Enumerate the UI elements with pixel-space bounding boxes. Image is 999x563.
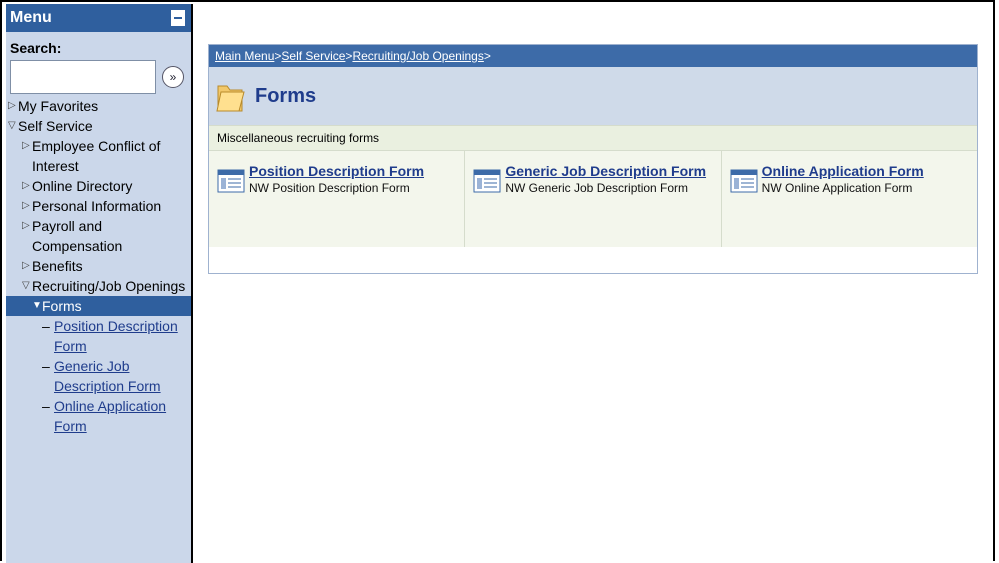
- label-line-1[interactable]: Position Description: [54, 318, 178, 334]
- sidebar-item-position-description-form[interactable]: – Position Description Form: [6, 316, 191, 356]
- sidebar-item-label: Benefits: [32, 258, 83, 274]
- sidebar-link[interactable]: Generic Job Description Form: [54, 356, 161, 396]
- sidebar-item-personal-information[interactable]: ▷ Personal Information: [6, 196, 191, 216]
- collapse-triangle-icon[interactable]: ▼: [32, 296, 42, 316]
- label-line-2[interactable]: Form: [54, 418, 87, 434]
- sidebar-item-label: Self Service: [18, 118, 93, 134]
- expand-triangle-icon[interactable]: ▷: [8, 96, 18, 116]
- title-row: Forms: [209, 67, 977, 125]
- breadcrumb-recruiting[interactable]: Recruiting/Job Openings: [352, 49, 483, 63]
- sidebar-item-forms[interactable]: ▼ Forms: [6, 296, 191, 316]
- collapse-triangle-icon[interactable]: ▽: [8, 116, 18, 136]
- expand-triangle-icon[interactable]: ▷: [22, 136, 32, 156]
- label-line-1[interactable]: Generic Job: [54, 358, 129, 374]
- folder-icon: [216, 85, 245, 112]
- expand-triangle-icon[interactable]: ▷: [22, 176, 32, 196]
- breadcrumb: Main Menu > Self Service > Recruiting/Jo…: [209, 45, 977, 67]
- search-label: Search:: [10, 40, 62, 56]
- sidebar-item-online-application-form[interactable]: – Online Application Form: [6, 396, 191, 436]
- label-line-1[interactable]: Online Application: [54, 398, 166, 414]
- expand-triangle-icon[interactable]: ▷: [22, 216, 32, 236]
- collapse-menu-icon[interactable]: [171, 10, 185, 26]
- search-input[interactable]: [10, 60, 156, 94]
- menu-header: Menu: [6, 4, 191, 32]
- sidebar-item-label: Recruiting/Job Openings: [32, 278, 186, 294]
- search-go-icon[interactable]: »: [162, 66, 184, 88]
- form-icon: [473, 169, 501, 193]
- breadcrumb-trailing: >: [483, 49, 491, 63]
- sidebar-item-benefits[interactable]: ▷ Benefits: [6, 256, 191, 276]
- breadcrumb-separator: >: [345, 49, 353, 63]
- sidebar-item-payroll[interactable]: ▷ Payroll and Compensation: [6, 216, 191, 256]
- position-description-form-link[interactable]: Position Description Form: [249, 163, 424, 179]
- dash-icon: –: [42, 398, 50, 414]
- page-description: Miscellaneous recruiting forms: [209, 125, 977, 151]
- card-text: Generic Job Description Form NW Generic …: [505, 163, 706, 247]
- sidebar-link[interactable]: Position Description Form: [54, 316, 178, 356]
- label-line-2[interactable]: Description Form: [54, 378, 161, 394]
- sidebar-item-online-directory[interactable]: ▷ Online Directory: [6, 176, 191, 196]
- sidebar-item-label: Payroll and Compensation: [32, 218, 123, 254]
- form-icon: [217, 169, 245, 193]
- label-line-2[interactable]: Form: [54, 338, 87, 354]
- sidebar-item-label: Online Directory: [32, 178, 133, 194]
- menu-tree: ▷ My Favorites ▽ Self Service ▷ Employee…: [6, 94, 191, 436]
- search-row: »: [6, 56, 191, 94]
- card-text: Position Description Form NW Position De…: [249, 163, 424, 247]
- breadcrumb-separator: >: [274, 49, 282, 63]
- sidebar-item-self-service[interactable]: ▽ Self Service: [6, 116, 191, 136]
- sidebar-item-employee-conflict[interactable]: ▷ Employee Conflict of Interest: [6, 136, 191, 176]
- label-line-1: Employee Conflict of: [32, 138, 161, 154]
- sidebar-item-label: Personal Information: [32, 198, 162, 214]
- generic-job-description-form-link[interactable]: Generic Job Description Form: [505, 163, 706, 179]
- sidebar-item-label: Forms: [42, 298, 82, 314]
- sidebar-item-label: My Favorites: [18, 98, 99, 114]
- expand-triangle-icon[interactable]: ▷: [22, 256, 32, 276]
- sidebar-item-label: Employee Conflict of Interest: [32, 136, 160, 176]
- collapse-triangle-icon[interactable]: ▽: [22, 276, 32, 296]
- breadcrumb-main-menu[interactable]: Main Menu: [215, 49, 274, 63]
- breadcrumb-self-service[interactable]: Self Service: [281, 49, 345, 63]
- menu-title: Menu: [10, 9, 52, 26]
- card-subtitle: NW Generic Job Description Form: [505, 181, 689, 195]
- online-application-form-link[interactable]: Online Application Form: [762, 163, 924, 179]
- card-subtitle: NW Position Description Form: [249, 181, 410, 195]
- sidebar-link[interactable]: Online Application Form: [54, 396, 166, 436]
- card-subtitle: NW Online Application Form: [761, 181, 913, 195]
- label-line-2: Interest: [32, 158, 79, 174]
- card-text: Online Application Form NW Online Applic…: [762, 163, 924, 247]
- dash-icon: –: [42, 358, 50, 374]
- expand-triangle-icon[interactable]: ▷: [22, 196, 32, 216]
- form-icon: [730, 169, 758, 193]
- sidebar-item-my-favorites[interactable]: ▷ My Favorites: [6, 96, 191, 116]
- sidebar-item-generic-job-description-form[interactable]: – Generic Job Description Form: [6, 356, 191, 396]
- card-online-application: Online Application Form NW Online Applic…: [722, 151, 977, 247]
- main-content: Main Menu > Self Service > Recruiting/Jo…: [208, 44, 978, 274]
- sidebar-menu: Menu Search: » ▷ My Favorites ▽ Self Ser…: [6, 4, 193, 563]
- page-title: Forms: [255, 84, 317, 107]
- form-links: Position Description Form NW Position De…: [209, 151, 977, 247]
- sidebar-item-recruiting[interactable]: ▽ Recruiting/Job Openings: [6, 276, 191, 296]
- card-position-description: Position Description Form NW Position De…: [209, 151, 466, 247]
- dash-icon: –: [42, 318, 50, 334]
- card-generic-job-description: Generic Job Description Form NW Generic …: [465, 151, 722, 247]
